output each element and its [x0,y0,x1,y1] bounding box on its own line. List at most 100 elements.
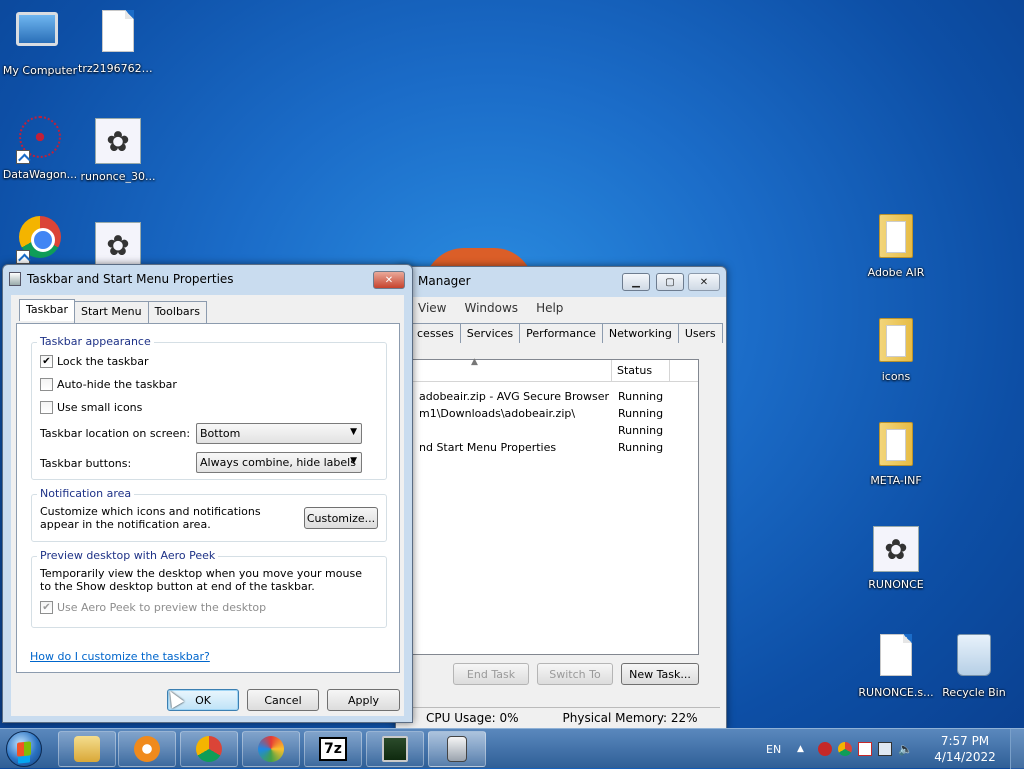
bunny-icon: ✿ [94,222,142,270]
tab-start-menu[interactable]: Start Menu [74,301,149,323]
desktop-icon-runonce-exe[interactable]: ✿ RUNONCE [856,526,936,591]
taskbar-avg-browser-button[interactable] [242,731,300,767]
close-button[interactable]: ✕ [688,273,720,291]
tab-toolbars[interactable]: Toolbars [147,301,207,323]
task-status: Running [618,441,664,454]
table-row[interactable]: m1\Downloads\adobeair.zip\ Running [413,405,698,422]
network-icon[interactable] [878,742,892,756]
datawagon-icon [16,116,64,164]
taskbar-buttons-select[interactable]: Always combine, hide labels ▼ [196,452,362,473]
apply-button[interactable]: Apply [327,689,400,711]
end-task-button[interactable]: End Task [453,663,529,685]
dialog-titlebar[interactable]: Taskbar and Start Menu Properties [3,265,412,293]
desktop-icon-file[interactable]: trz21967624... [78,8,158,75]
checkbox-label: Use Aero Peek to preview the desktop [57,601,267,614]
taskbar-explorer-button[interactable] [58,731,116,767]
taskbar-properties-button[interactable] [428,731,486,767]
language-indicator[interactable]: EN [766,729,781,769]
cancel-button[interactable]: Cancel [247,689,319,711]
folder-icon [872,422,920,470]
desktop-icon-datawagon[interactable]: DataWagon... [0,114,80,181]
maximize-button[interactable]: ▢ [656,273,684,291]
desktop-icon-runonce[interactable]: ✿ runonce_30... [78,118,158,183]
desktop-icon-recycle-bin[interactable]: Recycle Bin [934,632,1014,699]
volume-icon[interactable]: 🔈 [898,742,913,756]
task-status: Running [618,407,664,420]
table-row[interactable]: Running [413,422,698,439]
chrome-icon [196,736,222,762]
tab-taskbar[interactable]: Taskbar [19,299,75,321]
desktop-icon-icons[interactable]: icons [856,316,936,383]
tab-performance[interactable]: Performance [519,323,603,343]
tab-services[interactable]: Services [459,323,521,343]
small-icons-checkbox[interactable]: Use small icons [40,401,142,414]
start-button[interactable] [6,731,42,767]
show-desktop-button[interactable] [1010,729,1024,769]
aero-peek-text: Temporarily view the desktop when you mo… [40,567,362,593]
status-bar: CPU Usage: 0% Physical Memory: 22% [412,707,720,727]
avg-tray-icon[interactable] [818,742,832,756]
taskbar-properties-dialog[interactable]: Taskbar and Start Menu Properties ✕ Task… [2,264,413,723]
table-row[interactable]: adobeair.zip - AVG Secure Browser Runnin… [413,388,698,405]
file-icon [872,634,920,682]
dialog-body: Taskbar Start Menu Toolbars Taskbar appe… [11,295,404,716]
aero-peek-group: Preview desktop with Aero Peek Temporari… [31,549,387,628]
desktop-icon-meta-inf[interactable]: META-INF [856,420,936,487]
checkbox-label: Lock the taskbar [57,355,149,368]
taskbar-properties-icon [447,736,467,762]
menu-windows[interactable]: Windows [464,301,518,315]
column-status[interactable]: Status [612,360,670,381]
menu-help[interactable]: Help [536,301,563,315]
media-player-icon [134,736,160,762]
computer-icon [16,12,64,60]
close-button[interactable]: ✕ [373,271,405,289]
window-title: Manager [418,274,471,288]
taskbar-location-select[interactable]: Bottom ▼ [196,423,362,444]
show-hidden-icons-icon[interactable]: ▲ [797,729,804,769]
desktop-icon-label: RUNONCE.s... [858,686,934,699]
taskbar-7zip-button[interactable]: 7z [304,731,362,767]
desktop-icon-my-computer[interactable]: My Computer [0,8,80,77]
file-icon [94,10,142,58]
tab-networking[interactable]: Networking [601,323,679,343]
task-status: Running [618,390,664,403]
desktop-icon-runonce-script[interactable]: RUNONCE.s... [856,632,936,699]
action-center-icon[interactable] [858,742,872,756]
task-name: m1\Downloads\adobeair.zip\ [419,407,576,420]
desktop-icon-label: DataWagon... [2,168,78,181]
group-title: Preview desktop with Aero Peek [37,549,219,562]
tab-processes[interactable]: cesses [410,323,461,343]
table-row[interactable]: nd Start Menu Properties Running [413,439,698,456]
menu-view[interactable]: View [418,301,446,315]
taskbar-appearance-group: Taskbar appearance ✔ Lock the taskbar Au… [31,335,387,480]
minimize-button[interactable]: ▁ [622,273,650,291]
dropdown-arrow-icon: ▼ [350,427,357,437]
aero-peek-checkbox[interactable]: ✔ Use Aero Peek to preview the desktop [40,601,266,614]
taskbar-chrome-button[interactable] [180,731,238,767]
customize-button[interactable]: Customize... [304,507,378,529]
new-task-button[interactable]: New Task... [621,663,699,685]
column-task[interactable]: ▲ [413,357,612,381]
desktop-icon-label: trz21967624... [78,62,158,75]
autohide-taskbar-checkbox[interactable]: Auto-hide the taskbar [40,378,177,391]
checkbox-label: Use small icons [57,401,143,414]
system-tray: 🔈 [818,729,913,769]
taskbar-task-manager-button[interactable] [366,731,424,767]
desktop-icon-label: runonce_30... [80,170,156,183]
chrome-tray-icon[interactable] [838,742,852,756]
taskbar-media-player-button[interactable] [118,731,176,767]
lock-taskbar-checkbox[interactable]: ✔ Lock the taskbar [40,355,149,368]
notification-text: Customize which icons and notifications … [40,505,261,531]
checkbox-label: Auto-hide the taskbar [57,378,177,391]
tab-users[interactable]: Users [677,323,723,343]
cpu-usage: CPU Usage: 0% [426,710,519,725]
task-list[interactable]: ▲ Status adobeair.zip - AVG Secure Brows… [412,357,699,655]
task-manager-window[interactable]: Manager ▁ ▢ ✕ View Windows Help cesses S… [395,266,727,730]
desktop-icon-chrome[interactable] [0,214,80,268]
help-link[interactable]: How do I customize the taskbar? [30,650,210,663]
desktop-icon-adobe-air[interactable]: Adobe AIR [856,212,936,279]
task-manager-tabs: cesses Services Performance Networking U… [410,323,723,343]
switch-to-button[interactable]: Switch To [537,663,613,685]
bunny-icon: ✿ [872,526,920,574]
clock[interactable]: 7:57 PM 4/14/2022 [930,733,1000,765]
